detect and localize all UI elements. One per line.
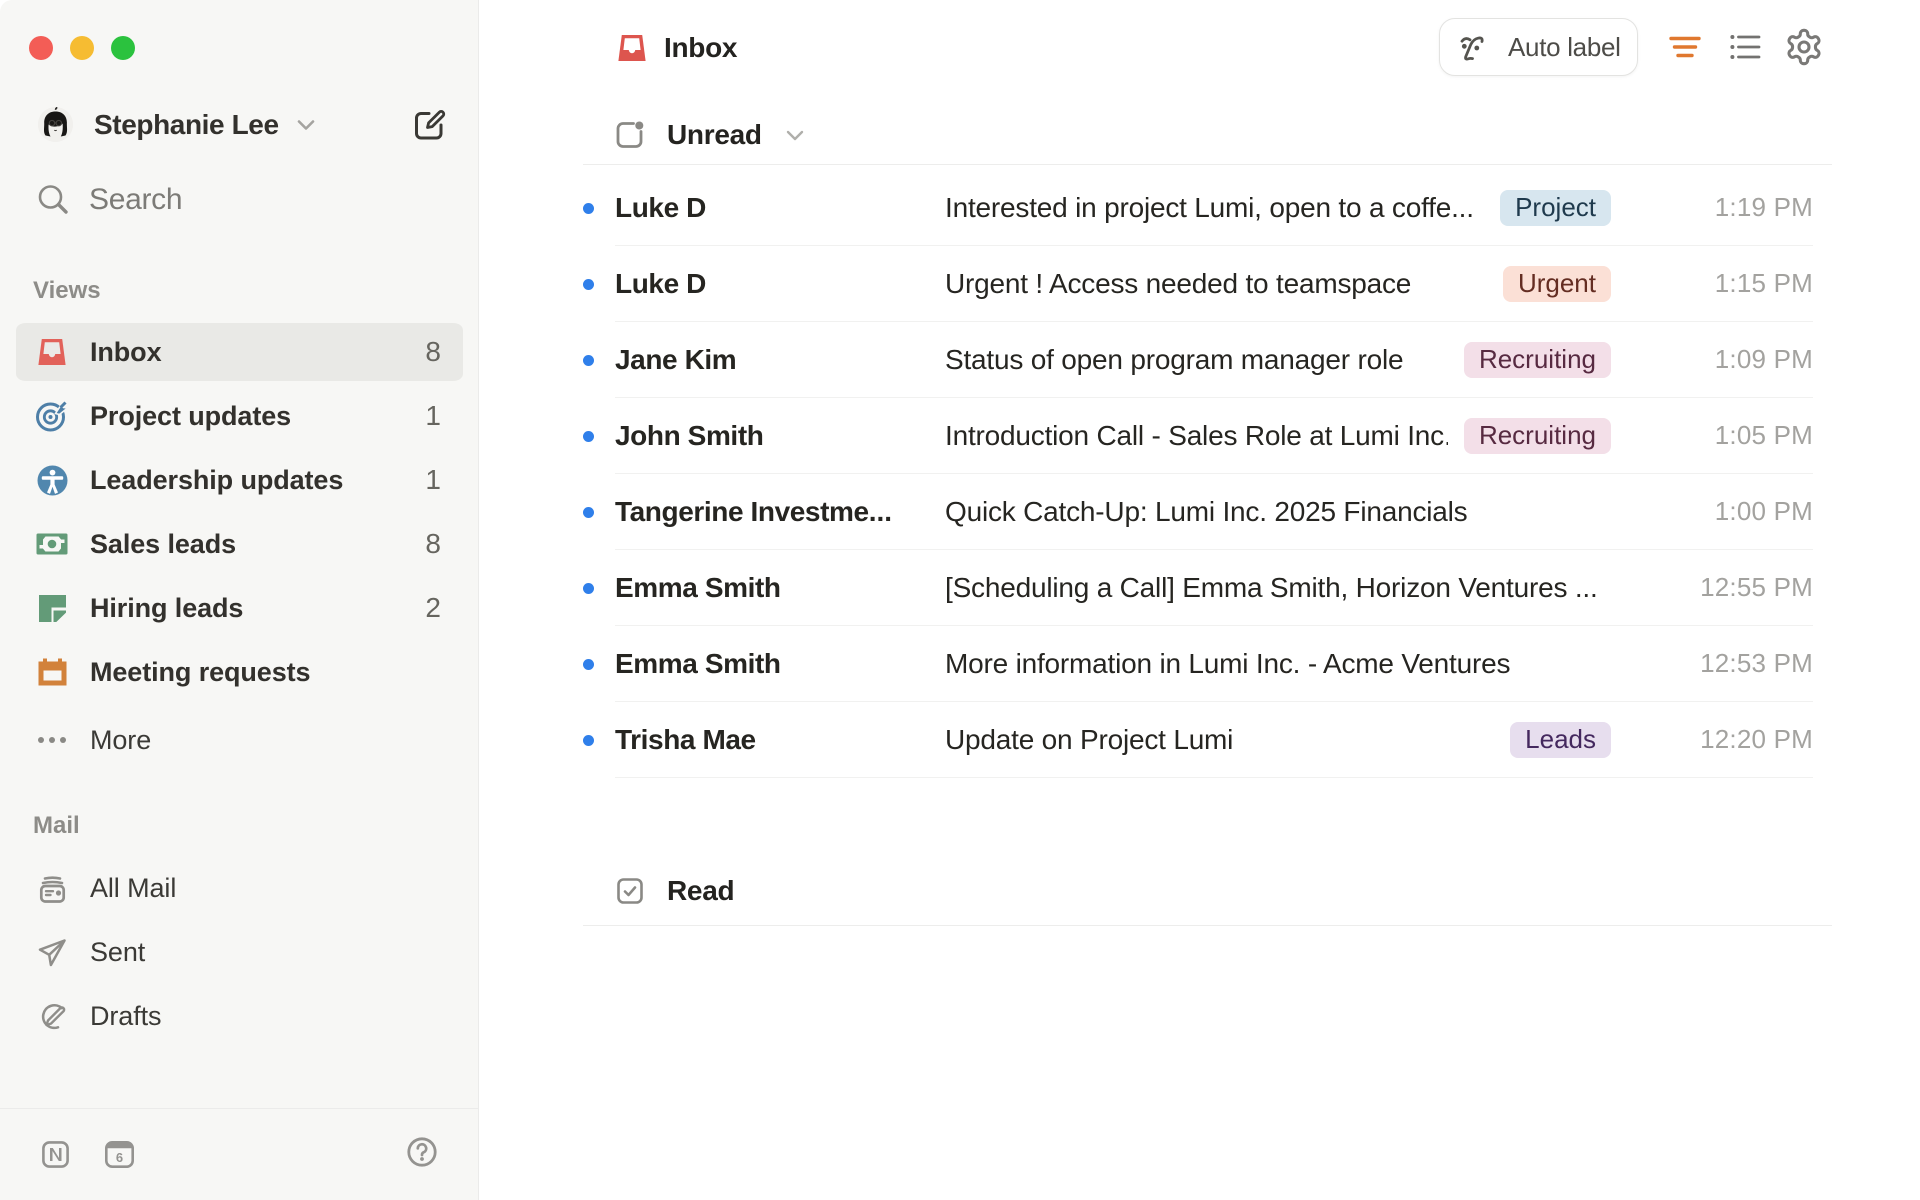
- svg-text:6: 6: [116, 1150, 123, 1165]
